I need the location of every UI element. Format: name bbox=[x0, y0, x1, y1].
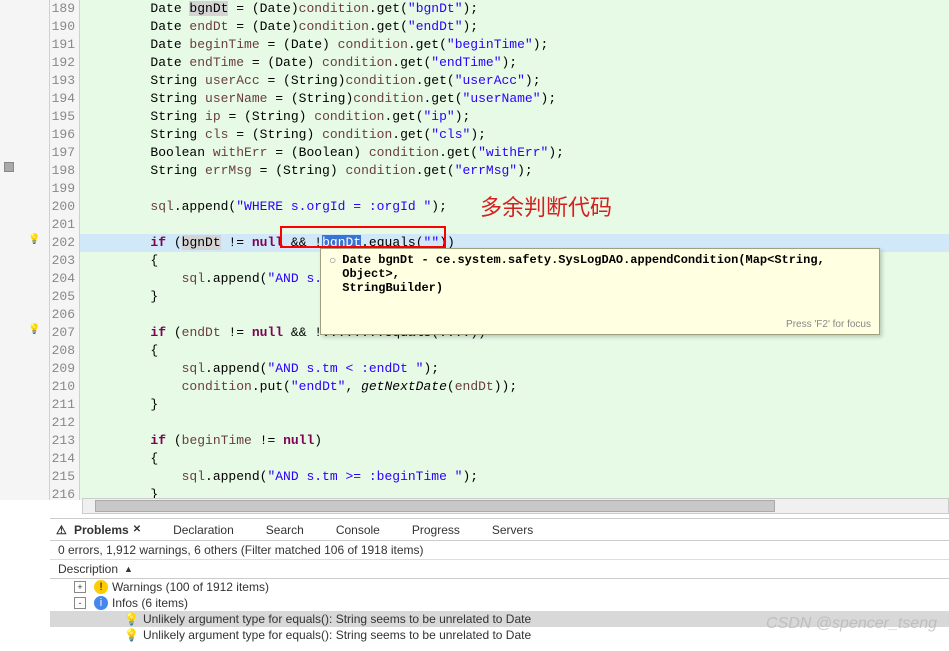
red-highlight-box bbox=[280, 226, 446, 248]
progress-icon bbox=[394, 523, 408, 537]
code-line[interactable]: String ip = (String) condition.get("ip")… bbox=[80, 108, 949, 126]
problem-message: Unlikely argument type for equals(): Str… bbox=[143, 628, 531, 642]
declaration-icon bbox=[155, 523, 169, 537]
tooltip-line2: StringBuilder) bbox=[342, 281, 871, 295]
line-number: 193 bbox=[50, 72, 75, 90]
line-number: 216 bbox=[50, 486, 75, 504]
line-number: 200 bbox=[50, 198, 75, 216]
code-line[interactable]: sql.append("AND s.tm >= :beginTime "); bbox=[80, 468, 949, 486]
code-line[interactable]: Boolean withErr = (Boolean) condition.ge… bbox=[80, 144, 949, 162]
line-number: 198 bbox=[50, 162, 75, 180]
console-icon bbox=[318, 523, 332, 537]
line-number: 208 bbox=[50, 342, 75, 360]
problems-tree[interactable]: +! Warnings (100 of 1912 items)-i Infos … bbox=[50, 579, 949, 643]
line-number: 214 bbox=[50, 450, 75, 468]
code-line[interactable]: String userName = (String)condition.get(… bbox=[80, 90, 949, 108]
line-number: 195 bbox=[50, 108, 75, 126]
line-number: 212 bbox=[50, 414, 75, 432]
line-number: 194 bbox=[50, 90, 75, 108]
line-number: 202 bbox=[50, 234, 75, 252]
code-line[interactable]: Date endTime = (Date) condition.get("end… bbox=[80, 54, 949, 72]
problems-icon: ⚠ bbox=[56, 523, 70, 537]
annotation-text: 多余判断代码 bbox=[480, 190, 612, 222]
sort-arrow-icon: ▲ bbox=[124, 564, 133, 574]
line-number: 206 bbox=[50, 306, 75, 324]
collapse-icon[interactable]: - bbox=[74, 597, 86, 609]
code-line[interactable]: String cls = (String) condition.get("cls… bbox=[80, 126, 949, 144]
info-icon: i bbox=[94, 596, 108, 610]
group-label: Warnings (100 of 1912 items) bbox=[112, 580, 269, 594]
problem-message: Unlikely argument type for equals(): Str… bbox=[143, 612, 531, 626]
line-number: 191 bbox=[50, 36, 75, 54]
line-number: 213 bbox=[50, 432, 75, 450]
warning-icon: ! bbox=[94, 580, 108, 594]
editor-area: 💡 💡 189190191192193194195196197198199200… bbox=[0, 0, 949, 500]
line-number: 189 bbox=[50, 0, 75, 18]
tab-progress[interactable]: Progress bbox=[394, 523, 460, 537]
code-line[interactable]: Date beginTime = (Date) condition.get("b… bbox=[80, 36, 949, 54]
line-number: 199 bbox=[50, 180, 75, 198]
close-icon[interactable]: ✕ bbox=[133, 524, 141, 535]
line-number: 203 bbox=[50, 252, 75, 270]
tab-label: Problems bbox=[74, 523, 129, 537]
tab-label: Console bbox=[336, 523, 380, 537]
line-number: 211 bbox=[50, 396, 75, 414]
line-number: 192 bbox=[50, 54, 75, 72]
code-editor[interactable]: Date bgnDt = (Date)condition.get("bgnDt"… bbox=[80, 0, 949, 500]
expand-icon[interactable]: + bbox=[74, 581, 86, 593]
line-number: 207 bbox=[50, 324, 75, 342]
code-line[interactable]: { bbox=[80, 450, 949, 468]
code-line[interactable]: String errMsg = (String) condition.get("… bbox=[80, 162, 949, 180]
scrollbar-thumb[interactable] bbox=[95, 500, 775, 512]
code-line[interactable]: String userAcc = (String)condition.get("… bbox=[80, 72, 949, 90]
quickfix-marker[interactable]: 💡 bbox=[28, 234, 44, 250]
search-icon bbox=[248, 523, 262, 537]
hover-tooltip: ○ Date bgnDt - ce.system.safety.SysLogDA… bbox=[320, 248, 880, 335]
line-number: 201 bbox=[50, 216, 75, 234]
tooltip-hint: Press 'F2' for focus bbox=[329, 295, 871, 330]
code-line[interactable]: condition.put("endDt", getNextDate(endDt… bbox=[80, 378, 949, 396]
tab-search[interactable]: Search bbox=[248, 523, 304, 537]
code-line[interactable]: } bbox=[80, 396, 949, 414]
code-line[interactable]: Date bgnDt = (Date)condition.get("bgnDt"… bbox=[80, 0, 949, 18]
marker-bar: 💡 💡 bbox=[0, 0, 50, 500]
group-label: Infos (6 items) bbox=[112, 596, 188, 610]
line-number: 215 bbox=[50, 468, 75, 486]
code-line[interactable]: Date endDt = (Date)condition.get("endDt"… bbox=[80, 18, 949, 36]
line-number: 196 bbox=[50, 126, 75, 144]
info-icon: ○ bbox=[329, 253, 336, 295]
fold-marker[interactable] bbox=[4, 162, 14, 172]
problems-summary: 0 errors, 1,912 warnings, 6 others (Filt… bbox=[50, 541, 949, 560]
tab-label: Search bbox=[266, 523, 304, 537]
tree-row[interactable]: -i Infos (6 items) bbox=[50, 595, 949, 611]
code-line[interactable] bbox=[80, 414, 949, 432]
line-number: 197 bbox=[50, 144, 75, 162]
tab-problems[interactable]: ⚠ Problems ✕ bbox=[56, 523, 141, 537]
code-line[interactable]: sql.append("AND s.tm < :endDt "); bbox=[80, 360, 949, 378]
bulb-icon: 💡 bbox=[124, 628, 139, 642]
view-tabs: ⚠ Problems ✕ Declaration Search Console Progre… bbox=[50, 519, 949, 541]
tab-servers[interactable]: Servers bbox=[474, 523, 533, 537]
tab-console[interactable]: Console bbox=[318, 523, 380, 537]
column-header-description[interactable]: Description ▲ bbox=[50, 560, 949, 579]
quickfix-marker[interactable]: 💡 bbox=[28, 324, 44, 340]
tab-label: Declaration bbox=[173, 523, 234, 537]
bulb-icon: 💡 bbox=[124, 612, 139, 626]
line-number: 205 bbox=[50, 288, 75, 306]
code-line[interactable]: { bbox=[80, 342, 949, 360]
tooltip-line1: Date bgnDt - ce.system.safety.SysLogDAO.… bbox=[342, 253, 871, 281]
tab-declaration[interactable]: Declaration bbox=[155, 523, 234, 537]
horizontal-scrollbar[interactable] bbox=[82, 498, 949, 514]
line-number: 204 bbox=[50, 270, 75, 288]
tab-label: Progress bbox=[412, 523, 460, 537]
servers-icon bbox=[474, 523, 488, 537]
code-line[interactable]: if (beginTime != null) bbox=[80, 432, 949, 450]
line-number: 190 bbox=[50, 18, 75, 36]
line-number-gutter: 1891901911921931941951961971981992002012… bbox=[50, 0, 80, 500]
line-number: 209 bbox=[50, 360, 75, 378]
tree-row[interactable]: +! Warnings (100 of 1912 items) bbox=[50, 579, 949, 595]
line-number: 210 bbox=[50, 378, 75, 396]
tab-label: Servers bbox=[492, 523, 533, 537]
watermark: CSDN @spencer_tseng bbox=[766, 615, 937, 633]
